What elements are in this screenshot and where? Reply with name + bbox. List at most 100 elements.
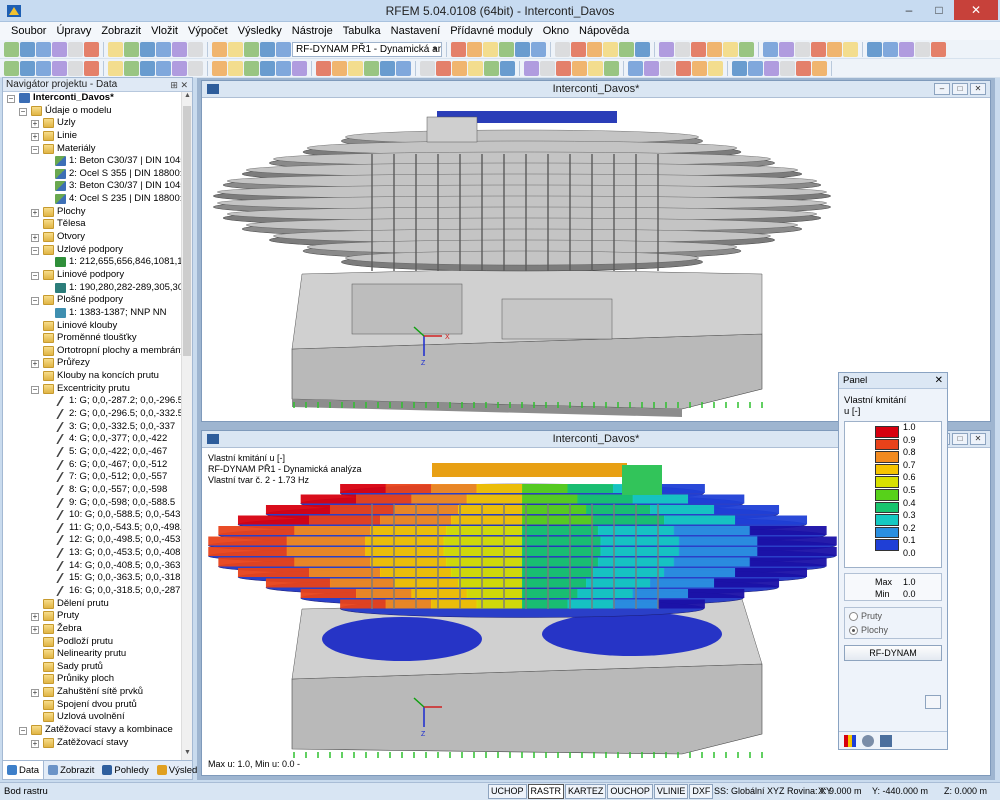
menu-help[interactable]: Nápověda xyxy=(574,25,634,37)
toolbar-tool-icon[interactable] xyxy=(84,60,99,76)
collapse-icon[interactable]: − xyxy=(19,107,27,116)
toolbar-tool-icon[interactable] xyxy=(732,60,747,76)
tree-item[interactable]: − Uzlové podpory xyxy=(3,244,181,257)
tree-item[interactable]: 2: G; 0,0,-296.5; 0,0,-332.5 xyxy=(3,408,181,421)
expand-icon[interactable]: + xyxy=(31,208,39,217)
snap-toggle-rastr[interactable]: RASTR xyxy=(527,784,565,799)
menu-results[interactable]: Výsledky xyxy=(233,25,287,37)
navigator-scrollbar[interactable]: ▲ ▼ xyxy=(181,92,192,760)
tree-item[interactable]: 16: G; 0,0,-318.5; 0,0,-287.5 xyxy=(3,585,181,598)
toolbar-tool-icon[interactable] xyxy=(524,60,539,76)
tree-item[interactable]: 4: Ocel S 235 | DIN 18800:1990- xyxy=(3,193,181,206)
settings-icon[interactable] xyxy=(925,695,941,709)
toolbar-tool-icon[interactable] xyxy=(68,41,83,57)
toolbar-tool-icon[interactable] xyxy=(556,60,571,76)
tree-item[interactable]: Sady prutů xyxy=(3,661,181,674)
tree-item[interactable]: Nelinearity prutu xyxy=(3,648,181,661)
toolbar-tool-icon[interactable] xyxy=(140,60,155,76)
tree-item[interactable]: 4: G; 0,0,-377; 0,0,-422 xyxy=(3,433,181,446)
menu-settings[interactable]: Nastavení xyxy=(386,25,446,37)
toolbar-tool-icon[interactable] xyxy=(156,60,171,76)
expand-icon[interactable]: + xyxy=(31,689,39,698)
toolbar-tool-icon[interactable] xyxy=(436,60,451,76)
menu-tools[interactable]: Nástroje xyxy=(287,25,338,37)
toolbar-tool-icon[interactable] xyxy=(644,60,659,76)
snap-toggle-vlinie[interactable]: VLINIE xyxy=(653,784,689,799)
tree-item[interactable]: 12: G; 0,0,-498.5; 0,0,-453.5 xyxy=(3,534,181,547)
collapse-icon[interactable]: − xyxy=(31,385,39,394)
expand-icon[interactable]: + xyxy=(31,120,39,129)
toolbar-tool-icon[interactable] xyxy=(244,60,259,76)
toolbar-tool-icon[interactable] xyxy=(587,41,602,57)
toolbar-tool-icon[interactable] xyxy=(420,60,435,76)
tree-item[interactable]: − Liniové podpory xyxy=(3,269,181,282)
scroll-up-icon[interactable]: ▲ xyxy=(182,92,193,103)
expand-icon[interactable]: + xyxy=(31,739,39,748)
toolbar-tool-icon[interactable] xyxy=(36,41,51,57)
tree-item[interactable]: Tělesa xyxy=(3,218,181,231)
toolbar-tool-icon[interactable] xyxy=(660,60,675,76)
toolbar-tool-icon[interactable] xyxy=(348,60,363,76)
toolbar-tool-icon[interactable] xyxy=(467,41,482,57)
toolbar-tool-icon[interactable] xyxy=(4,60,19,76)
toolbar-tool-icon[interactable] xyxy=(156,41,171,57)
toolbar-tool-icon[interactable] xyxy=(188,41,203,57)
collapse-icon[interactable]: − xyxy=(31,271,39,280)
toolbar-tool-icon[interactable] xyxy=(659,41,674,57)
toolbar-tool-icon[interactable] xyxy=(212,60,227,76)
tree-item[interactable]: 9: G; 0,0,-598; 0,0,-588.5 xyxy=(3,497,181,510)
snap-toggle-kartez[interactable]: KARTEZ xyxy=(565,784,607,799)
toolbar-tool-icon[interactable] xyxy=(364,60,379,76)
tree-item[interactable]: + Průřezy xyxy=(3,357,181,370)
tree-item[interactable]: 1: G; 0,0,-287.2; 0,0,-296.5 xyxy=(3,395,181,408)
tree-item[interactable]: − Materiály xyxy=(3,143,181,156)
toolbar-tool-icon[interactable] xyxy=(276,41,291,57)
toolbar-tool-icon[interactable] xyxy=(212,41,227,57)
toolbar-tool-icon[interactable] xyxy=(780,60,795,76)
toolbar-tool-icon[interactable] xyxy=(260,60,275,76)
radio-members[interactable]: Pruty xyxy=(849,611,882,621)
toolbar-tool-icon[interactable] xyxy=(52,41,67,57)
toolbar-tool-icon[interactable] xyxy=(396,60,411,76)
tree-item[interactable]: 13: G; 0,0,-453.5; 0,0,-408.5 xyxy=(3,547,181,560)
minimize-button[interactable]: – xyxy=(894,0,924,20)
toolbar-tool-icon[interactable] xyxy=(124,60,139,76)
toolbar-tool-icon[interactable] xyxy=(779,41,794,57)
toolbar-tool-icon[interactable] xyxy=(316,60,331,76)
tree-item[interactable]: 6: G; 0,0,-467; 0,0,-512 xyxy=(3,459,181,472)
toolbar-tool-icon[interactable] xyxy=(811,41,826,57)
maximize-button[interactable]: □ xyxy=(924,0,954,20)
toolbar-tool-icon[interactable] xyxy=(796,60,811,76)
toolbar-tool-icon[interactable] xyxy=(628,60,643,76)
toolbar-tool-icon[interactable] xyxy=(843,41,858,57)
tree-item[interactable]: − Údaje o modelu xyxy=(3,105,181,118)
toolbar-tool-icon[interactable] xyxy=(228,60,243,76)
collapse-icon[interactable]: − xyxy=(7,95,15,103)
tree-item[interactable]: − Interconti_Davos* xyxy=(3,92,181,105)
expand-icon[interactable]: + xyxy=(31,234,39,243)
toolbar-tool-icon[interactable] xyxy=(915,41,930,57)
tree-item[interactable]: + Zahuštění sítě prvků xyxy=(3,686,181,699)
toolbar-tool-icon[interactable] xyxy=(827,41,842,57)
tree-item[interactable]: 7: G; 0,0,-512; 0,0,-557 xyxy=(3,471,181,484)
toolbar-tool-icon[interactable] xyxy=(244,41,259,57)
tab-display[interactable]: Zobrazit xyxy=(44,765,98,776)
toolbar-tool-icon[interactable] xyxy=(451,41,466,57)
minimize-icon[interactable]: – xyxy=(934,83,950,95)
toolbar-tool-icon[interactable] xyxy=(692,60,707,76)
collapse-icon[interactable]: − xyxy=(31,246,39,255)
close-button[interactable]: ✕ xyxy=(954,0,998,20)
toolbar-tool-icon[interactable] xyxy=(468,60,483,76)
toolbar-tool-icon[interactable] xyxy=(739,41,754,57)
menu-addons[interactable]: Přídavné moduly xyxy=(445,25,538,37)
tree-item[interactable]: Uzlová uvolnění xyxy=(3,711,181,724)
tab-data[interactable]: Data xyxy=(3,761,45,779)
tab-views[interactable]: Pohledy xyxy=(98,765,152,776)
toolbar-tool-icon[interactable] xyxy=(68,60,83,76)
tree-item[interactable]: 11: G; 0,0,-543.5; 0,0,-498.5 xyxy=(3,522,181,535)
toolbar-tool-icon[interactable] xyxy=(676,60,691,76)
collapse-icon[interactable]: − xyxy=(31,145,39,154)
scrollbar-thumb[interactable] xyxy=(183,106,191,356)
expand-icon[interactable]: + xyxy=(31,625,39,634)
toolbar-tool-icon[interactable] xyxy=(188,60,203,76)
